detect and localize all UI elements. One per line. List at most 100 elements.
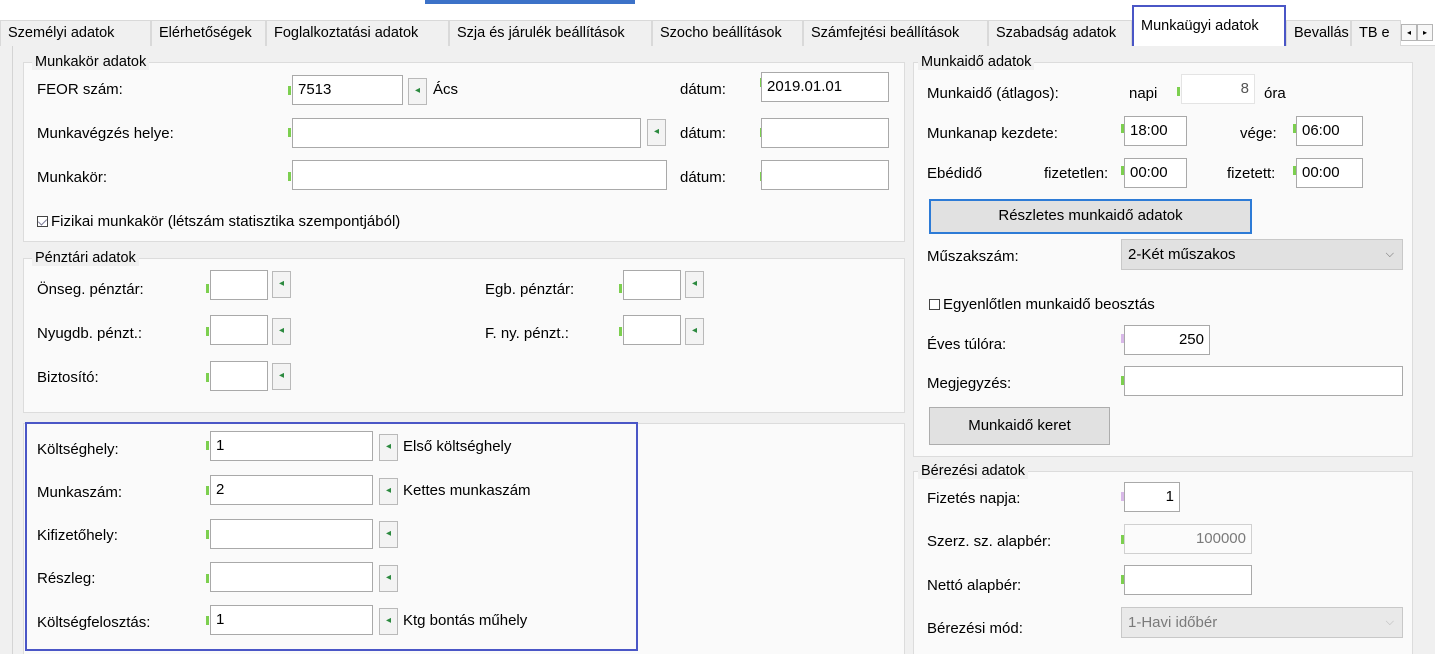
munkaido-adatok-title: Munkaidő adatok — [918, 54, 1035, 70]
napi-munkaido-input[interactable]: 8 — [1181, 74, 1255, 104]
megjegyzes-input[interactable] — [1124, 366, 1403, 396]
feor-lookup-icon[interactable]: ◂ — [408, 78, 427, 105]
egb-penztar-input[interactable] — [623, 270, 681, 300]
fny-penztar-lookup-icon[interactable]: ◂ — [685, 318, 704, 345]
fizetett-label: fizetett: — [1227, 165, 1276, 182]
required-marker — [206, 441, 209, 450]
koltsegfelosztas-label: Költségfelosztás: — [37, 614, 151, 631]
egyenlotlen-beosztas-label: Egyenlőtlen munkaidő beosztás — [943, 296, 1155, 313]
munkavegzes-helye-lookup-icon[interactable]: ◂ — [647, 119, 666, 146]
required-marker — [619, 284, 622, 293]
fizetes-napja-input[interactable]: 1 — [1124, 482, 1180, 512]
tab-tb-e[interactable]: TB e — [1351, 20, 1401, 46]
munkakor-date-input[interactable] — [761, 160, 889, 190]
fizetes-napja-label: Fizetés napja: — [927, 490, 1021, 507]
kifizetohely-input[interactable] — [210, 519, 373, 549]
munkakor-adatok-title: Munkakör adatok — [32, 54, 150, 70]
munkavegzes-helye-input[interactable] — [292, 118, 641, 148]
tab-foglalkoztatasi-adatok[interactable]: Foglalkoztatási adatok — [266, 20, 449, 46]
reszleg-input[interactable] — [210, 562, 373, 592]
biztosito-lookup-icon[interactable]: ◂ — [272, 363, 291, 390]
fizetetlen-label: fizetetlen: — [1044, 165, 1109, 182]
feor-name: Ács — [433, 81, 459, 98]
tab-bevallas[interactable]: Bevallás — [1286, 20, 1351, 46]
munkanap-kezdete-label: Munkanap kezdete: — [927, 125, 1058, 142]
tab-szocho-beallitasok[interactable]: Szocho beállítások — [652, 20, 803, 46]
required-marker — [206, 530, 209, 539]
eves-tulora-input[interactable]: 250 — [1124, 325, 1210, 355]
szerz-alapber-input[interactable]: 100000 — [1124, 524, 1252, 554]
feor-date-input[interactable]: 2019.01.01 — [761, 72, 889, 102]
required-marker — [206, 373, 209, 382]
munkavegzes-date-input[interactable] — [761, 118, 889, 148]
nyugdb-penztar-input[interactable] — [210, 315, 268, 345]
berezesi-adatok-title: Bérezési adatok — [918, 463, 1028, 479]
tab-scroll-left-icon[interactable]: ◂ — [1401, 24, 1417, 41]
koltsegfelosztas-lookup-icon[interactable]: ◂ — [379, 608, 398, 635]
napi-label: napi — [1129, 85, 1158, 102]
tab-szamfejtesi-beallitasok[interactable]: Számfejtési beállítások — [803, 20, 988, 46]
munkanap-vege-input[interactable]: 06:00 — [1296, 116, 1363, 146]
egyenlotlen-beosztas-checkbox[interactable]: Egyenlőtlen munkaidő beosztás — [929, 296, 1155, 314]
munkavegzes-date-label: dátum: — [680, 125, 726, 142]
required-marker — [206, 486, 209, 495]
onseg-penztar-input[interactable] — [210, 270, 268, 300]
ebedido-label: Ebédidő — [927, 165, 983, 182]
onseg-penztar-label: Önseg. pénztár: — [37, 281, 144, 298]
tab-strip: Személyi adatok Elérhetőségek Foglalkozt… — [0, 0, 1435, 46]
berezesi-mod-select[interactable]: 1-Havi időbér ⌵ — [1121, 607, 1403, 638]
koltsegfelosztas-input[interactable]: 1 — [210, 605, 373, 635]
egb-penztar-lookup-icon[interactable]: ◂ — [685, 271, 704, 298]
chevron-down-icon[interactable]: ⌵ — [1386, 608, 1394, 637]
fny-penztar-input[interactable] — [623, 315, 681, 345]
required-marker — [206, 284, 209, 293]
checkbox-checked-icon[interactable] — [37, 216, 48, 227]
fny-penztar-label: F. ny. pénzt.: — [485, 325, 569, 342]
munkaszam-input[interactable]: 2 — [210, 475, 373, 505]
munkaszam-label: Munkaszám: — [37, 484, 123, 501]
feor-label: FEOR szám: — [37, 81, 123, 98]
checkbox-unchecked-icon[interactable] — [929, 299, 940, 310]
ora-label: óra — [1264, 85, 1286, 102]
fizikai-munkakor-label: Fizikai munkakör (létszám statisztika sz… — [51, 213, 401, 230]
penztari-adatok-group: Pénztári adatok — [23, 250, 905, 413]
chevron-down-icon[interactable]: ⌵ — [1386, 240, 1394, 269]
tab-elerhetosegek[interactable]: Elérhetőségek — [151, 20, 266, 46]
nyugdb-penztar-lookup-icon[interactable]: ◂ — [272, 318, 291, 345]
munkanap-vege-label: vége: — [1240, 125, 1277, 142]
munkaido-atlagos-label: Munkaidő (átlagos): — [927, 85, 1059, 102]
munkaido-keret-button[interactable]: Munkaidő keret — [929, 407, 1110, 445]
tab-scroll-right-icon[interactable]: ▸ — [1417, 24, 1433, 41]
koltseghely-lookup-icon[interactable]: ◂ — [379, 434, 398, 461]
reszleg-lookup-icon[interactable]: ◂ — [379, 565, 398, 592]
munkaszam-lookup-icon[interactable]: ◂ — [379, 478, 398, 505]
tab-szemelyi-adatok[interactable]: Személyi adatok — [0, 20, 151, 46]
fizetetlen-ebedido-input[interactable]: 00:00 — [1124, 158, 1187, 188]
onseg-penztar-lookup-icon[interactable]: ◂ — [272, 271, 291, 298]
tab-munkaugyi-adatok[interactable]: Munkaügyi adatok — [1132, 5, 1286, 46]
muszakszam-label: Műszakszám: — [927, 248, 1019, 265]
feor-input[interactable]: 7513 — [292, 75, 403, 105]
kifizetohely-label: Kifizetőhely: — [37, 527, 118, 544]
feor-date-label: dátum: — [680, 81, 726, 98]
required-marker — [206, 616, 209, 625]
biztosito-label: Biztosító: — [37, 369, 99, 386]
munkakor-label: Munkakör: — [37, 169, 108, 186]
fizetett-ebedido-input[interactable]: 00:00 — [1296, 158, 1363, 188]
panel-left-border — [12, 46, 13, 654]
muszakszam-value: 2-Két műszakos — [1128, 246, 1236, 263]
reszletes-munkaido-button[interactable]: Részletes munkaidő adatok — [929, 199, 1252, 234]
munkakor-input[interactable] — [292, 160, 667, 190]
tab-szabadsag-adatok[interactable]: Szabadság adatok — [988, 20, 1132, 46]
biztosito-input[interactable] — [210, 361, 268, 391]
fizikai-munkakor-checkbox[interactable]: Fizikai munkakör (létszám statisztika sz… — [37, 213, 400, 231]
munkanap-kezdete-input[interactable]: 18:00 — [1124, 116, 1187, 146]
netto-alapber-input[interactable] — [1124, 565, 1252, 595]
required-marker — [1177, 87, 1180, 96]
koltsegfelosztas-name: Ktg bontás műhely — [403, 612, 528, 629]
kifizetohely-lookup-icon[interactable]: ◂ — [379, 521, 398, 548]
egb-penztar-label: Egb. pénztár: — [485, 281, 575, 298]
koltseghely-input[interactable]: 1 — [210, 431, 373, 461]
tab-szja-es-jarulek[interactable]: Szja és járulék beállítások — [449, 20, 652, 46]
muszakszam-select[interactable]: 2-Két műszakos ⌵ — [1121, 239, 1403, 270]
